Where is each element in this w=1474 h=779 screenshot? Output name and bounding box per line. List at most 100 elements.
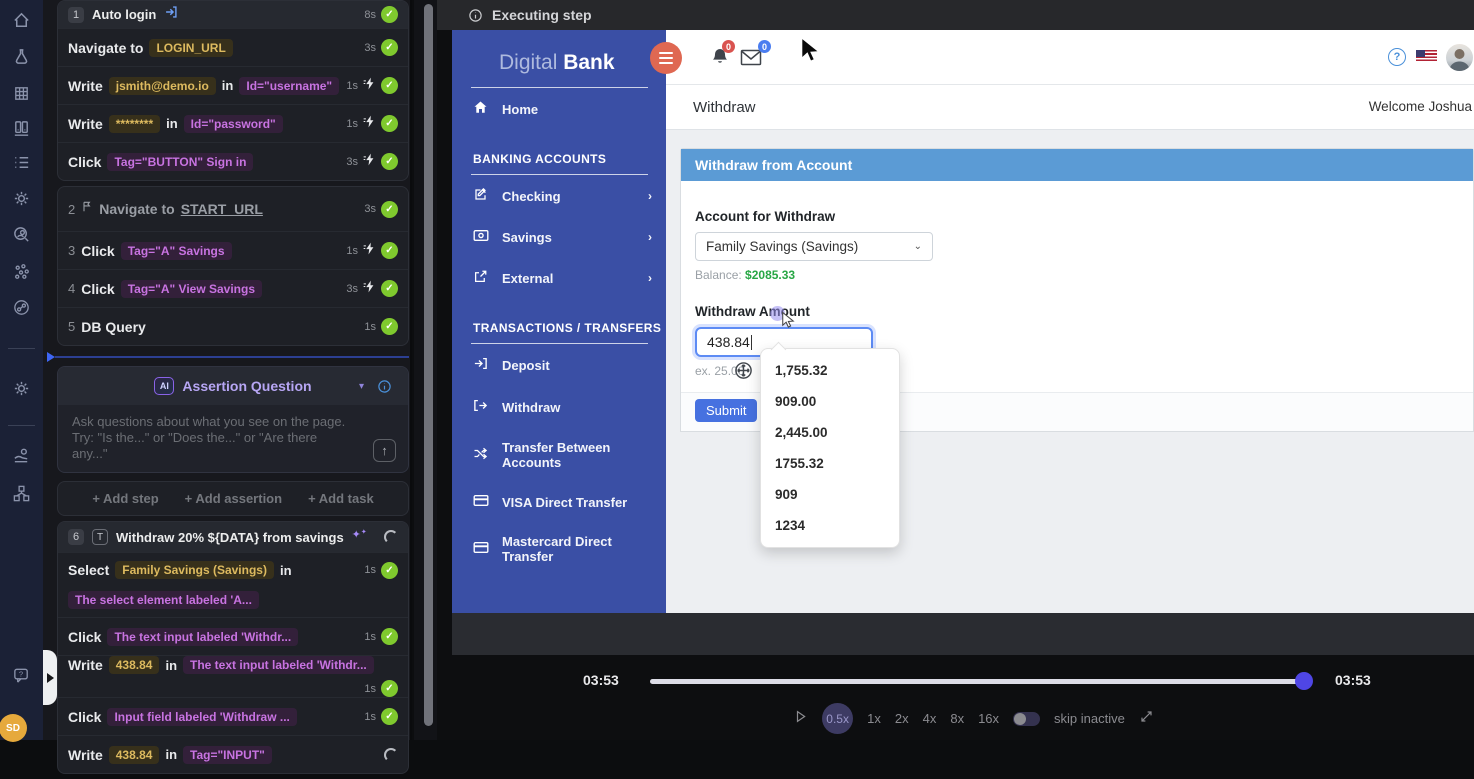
assertion-input-area[interactable]: Ask questions about what you see on the … (58, 405, 408, 472)
speed-option[interactable]: 2x (895, 711, 909, 726)
assertion-question-card: AI Assertion Question ▾ Ask questions ab… (57, 366, 409, 473)
scrollbar-thumb[interactable] (424, 4, 433, 726)
success-check-icon: ✓ (381, 280, 398, 297)
suggestion-item[interactable]: 909 (761, 479, 899, 510)
sidebar-item-home[interactable]: Home (452, 88, 666, 130)
step-row[interactable]: 3 Click Tag="A" Savings 1s✓ (58, 231, 408, 269)
submit-button[interactable]: Submit (695, 399, 757, 422)
add-step-button[interactable]: + Add step (92, 491, 158, 506)
speed-option[interactable]: 8x (950, 711, 964, 726)
user-search-icon[interactable] (11, 224, 32, 245)
cabinet-icon[interactable] (11, 118, 32, 139)
sidebar-item-visa-transfer[interactable]: VISA Direct Transfer (452, 482, 666, 522)
step-row[interactable]: 5 DB Query 1s✓ (58, 307, 408, 345)
duration: 8s (364, 9, 376, 21)
step-6-header[interactable]: 6 T Withdraw 20% ${DATA} from savings ✦✦ (58, 522, 408, 552)
sidebar-item-withdraw[interactable]: Withdraw (452, 386, 666, 428)
integrations-icon[interactable] (11, 261, 32, 282)
sidebar-item-checking[interactable]: Checking› (452, 175, 666, 217)
progress-bar[interactable] (650, 679, 1300, 684)
account-select[interactable]: Family Savings (Savings) ⌄ (695, 232, 933, 261)
credit-card-icon (473, 494, 489, 510)
gear-icon[interactable] (11, 378, 32, 399)
step-row[interactable]: Click Tag="BUTTON" Sign in 3s✓ (58, 142, 408, 180)
suggestion-item[interactable]: 1234 (761, 510, 899, 541)
step-row[interactable]: Write ******** in Id="password" 1s✓ (58, 104, 408, 142)
add-assertion-button[interactable]: + Add assertion (185, 491, 282, 506)
speed-option[interactable]: 1x (867, 711, 881, 726)
info-icon[interactable] (377, 379, 392, 394)
video-letterbox (452, 613, 1474, 655)
speed-option[interactable]: 4x (923, 711, 937, 726)
step-row[interactable]: Write 438.84 in The text input labeled '… (58, 655, 408, 697)
step-row[interactable]: 2 Navigate to START_URL 3s✓ (58, 187, 408, 231)
step-row[interactable]: Click Input field labeled 'Withdraw ... … (58, 697, 408, 735)
grid-icon[interactable] (11, 83, 32, 104)
help-chat-icon[interactable]: ? (11, 665, 32, 686)
step-1-header[interactable]: 1 Auto login 8s✓ (58, 1, 408, 28)
fullscreen-icon[interactable] (1139, 709, 1154, 729)
mail-icon[interactable] (740, 49, 762, 71)
target-link[interactable]: START_URL (181, 201, 263, 217)
text-caret (751, 335, 752, 350)
step-row[interactable]: Click The text input labeled 'Withdr... … (58, 617, 408, 655)
target-badge: Id="username" (239, 77, 339, 95)
sidebar-item-savings[interactable]: Savings› (452, 217, 666, 257)
suggestion-item[interactable]: 1755.32 (761, 448, 899, 479)
workflow-icon[interactable] (11, 483, 32, 504)
settings-gear-icon[interactable] (11, 188, 32, 209)
sidebar-item-transfer[interactable]: Transfer Between Accounts (452, 428, 666, 482)
step-group-1: 1 Auto login 8s✓ Navigate to LOGIN_URL 3… (57, 0, 409, 181)
assertion-placeholder: Ask questions about what you see on the … (72, 414, 396, 430)
skip-inactive-label: skip inactive (1054, 711, 1125, 726)
account-label: Account for Withdraw (695, 209, 1459, 224)
submit-arrow-button[interactable]: ↑ (373, 439, 396, 462)
us-flag-icon[interactable] (1416, 50, 1437, 63)
target-badge: Tag="A" Savings (121, 242, 232, 260)
step-group-6: 6 T Withdraw 20% ${DATA} from savings ✦✦… (57, 521, 409, 774)
shuffle-icon (473, 446, 489, 464)
connector: in (222, 78, 234, 93)
skip-inactive-toggle[interactable] (1013, 712, 1040, 726)
fast-bolt-icon (363, 77, 376, 95)
user-avatar[interactable]: SD (0, 714, 27, 742)
suggestion-item[interactable]: 909.00 (761, 386, 899, 417)
profile-avatar[interactable] (1446, 44, 1473, 71)
executing-step-label: Executing step (492, 7, 592, 23)
sidebar-toggle-button[interactable] (650, 42, 682, 74)
panel-collapse-handle[interactable] (43, 650, 57, 705)
help-icon[interactable]: ? (1388, 48, 1406, 66)
suggestion-item[interactable]: 2,445.00 (761, 417, 899, 448)
time-total: 03:53 (1335, 672, 1371, 688)
value-badge: Family Savings (Savings) (115, 561, 274, 579)
add-task-button[interactable]: + Add task (308, 491, 374, 506)
sidebar-item-external[interactable]: External› (452, 257, 666, 299)
duration: 1s (364, 321, 376, 333)
suggestion-item[interactable]: 1,755.32 (761, 355, 899, 386)
step-row[interactable]: 4 Click Tag="A" View Savings 3s✓ (58, 269, 408, 307)
sidebar-item-deposit[interactable]: Deposit (452, 344, 666, 386)
assertion-header[interactable]: AI Assertion Question ▾ (58, 367, 408, 405)
home-icon[interactable] (11, 10, 32, 31)
action-label: Click (68, 709, 101, 725)
service-hand-icon[interactable] (11, 445, 32, 466)
duration: 1s (346, 245, 358, 257)
checklist-icon[interactable] (11, 152, 32, 173)
play-icon[interactable] (793, 709, 808, 729)
time-current: 03:53 (583, 672, 619, 688)
success-check-icon: ✓ (381, 680, 398, 697)
info-icon (468, 8, 483, 23)
duration: 1s (364, 683, 376, 695)
progress-thumb[interactable] (1295, 672, 1313, 690)
chevron-down-icon[interactable]: ▾ (359, 381, 364, 392)
target-badge: The text input labeled 'Withdr... (183, 656, 374, 674)
step-row[interactable]: Navigate to LOGIN_URL 3s✓ (58, 28, 408, 66)
speed-option[interactable]: 16x (978, 711, 999, 726)
step-row[interactable]: Write 438.84 in Tag="INPUT" (58, 735, 408, 773)
speed-option-active[interactable]: 0.5x (822, 703, 853, 734)
sidebar-item-mastercard-transfer[interactable]: Mastercard Direct Transfer (452, 522, 666, 576)
step-row[interactable]: Write jsmith@demo.io in Id="username" 1s… (58, 66, 408, 104)
share-link-icon[interactable] (11, 297, 32, 318)
flask-icon[interactable] (11, 46, 32, 67)
step-row[interactable]: Select Family Savings (Savings) in 1s✓ T… (58, 552, 408, 617)
